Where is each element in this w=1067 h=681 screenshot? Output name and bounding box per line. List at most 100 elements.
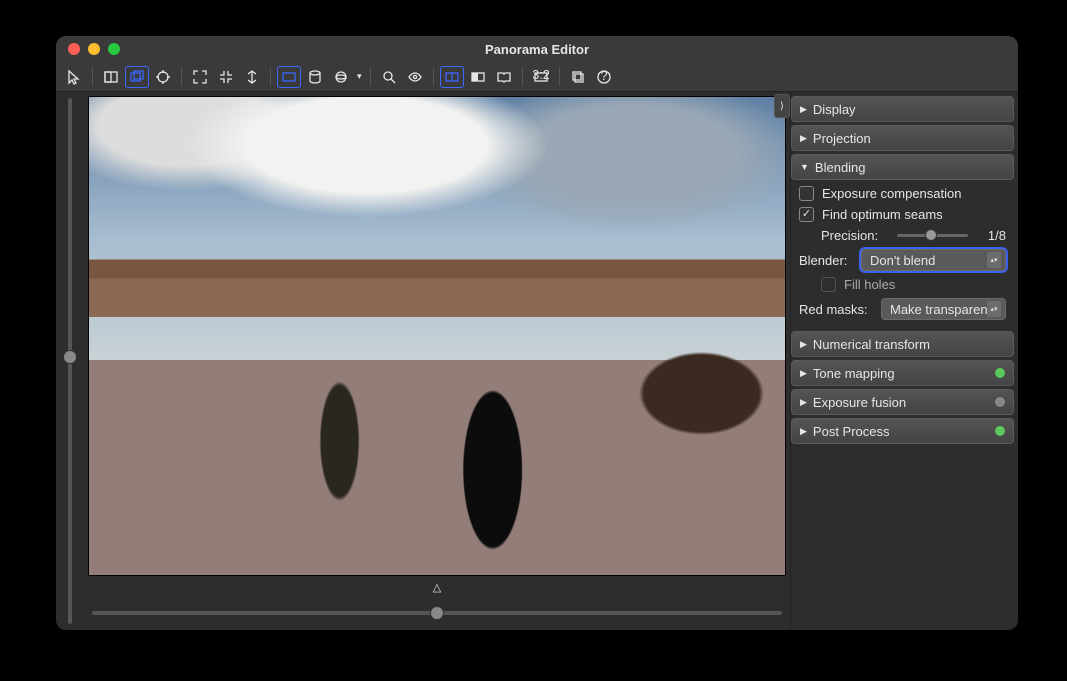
section-label: Numerical transform [813, 337, 930, 352]
projection-sphere-button[interactable] [329, 66, 353, 88]
editor-window: Panorama Editor ▾ 3:2 ? [56, 36, 1018, 630]
fit-shrink-button[interactable] [214, 66, 238, 88]
section-label: Display [813, 102, 856, 117]
blender-select-value: Don't blend [870, 253, 935, 268]
disclosure-triangle-icon: ▶ [800, 397, 807, 408]
post-process-header[interactable]: ▶ Post Process [791, 418, 1014, 444]
numerical-transform-header[interactable]: ▶ Numerical transform [791, 331, 1014, 357]
panorama-image [89, 97, 785, 575]
vertical-slider-strip [56, 92, 84, 630]
layout-overlap-button[interactable] [125, 66, 149, 88]
fill-holes-checkbox [821, 277, 836, 292]
projection-rect-button[interactable] [277, 66, 301, 88]
tone-mapping-section: ▶ Tone mapping [791, 360, 1014, 386]
blending-section-body: Exposure compensation Find optimum seams… [791, 180, 1014, 328]
disclosure-triangle-icon: ▶ [800, 339, 807, 350]
crop-aspect-button[interactable]: 3:2 [529, 66, 553, 88]
svg-text:3:2: 3:2 [533, 69, 549, 82]
exposure-compensation-checkbox[interactable] [799, 186, 814, 201]
status-dot-icon [995, 368, 1005, 378]
red-masks-row: Red masks: Make transparent ▴▾ [799, 298, 1006, 320]
blending-section-header[interactable]: ▼ Blending [791, 154, 1014, 180]
exposure-compensation-row: Exposure compensation [799, 186, 1006, 201]
fill-holes-row: Fill holes [799, 277, 1006, 292]
vertical-offset-slider[interactable] [68, 98, 72, 624]
exposure-compensation-label: Exposure compensation [822, 186, 961, 201]
fit-vertical-button[interactable] [240, 66, 264, 88]
find-seams-checkbox[interactable] [799, 207, 814, 222]
horizontal-offset-slider[interactable] [92, 611, 782, 615]
canvas-wrap: △ [84, 92, 790, 596]
projection-section: ▶ Projection [791, 125, 1014, 151]
exposure-fusion-header[interactable]: ▶ Exposure fusion [791, 389, 1014, 415]
center-target-button[interactable] [151, 66, 175, 88]
collapse-sidepanel-button[interactable]: ⟩ [774, 94, 790, 118]
projection-dropdown-button[interactable]: ▾ [355, 71, 364, 82]
blender-select[interactable]: Don't blend ▴▾ [861, 249, 1006, 271]
section-label: Post Process [813, 424, 890, 439]
slider-thumb[interactable] [430, 606, 444, 620]
section-label: Tone mapping [813, 366, 895, 381]
disclosure-triangle-icon: ▶ [800, 368, 807, 379]
status-dot-icon [995, 397, 1005, 407]
display-section-header[interactable]: ▶ Display [791, 96, 1014, 122]
toolbar-separator [270, 68, 271, 86]
disclosure-triangle-icon: ▶ [800, 104, 807, 115]
compare-half-button[interactable] [466, 66, 490, 88]
export-button[interactable] [566, 66, 590, 88]
window-body: △ ⟩ ▶ Display ▶ Projection [56, 92, 1018, 630]
toolbar-separator [181, 68, 182, 86]
slider-thumb[interactable] [63, 350, 77, 364]
minimize-window-button[interactable] [88, 43, 100, 55]
slider-thumb[interactable] [925, 229, 937, 241]
precision-label: Precision: [821, 228, 883, 243]
red-masks-select[interactable]: Make transparent ▴▾ [881, 298, 1006, 320]
red-masks-label: Red masks: [799, 302, 873, 317]
display-section: ▶ Display [791, 96, 1014, 122]
blender-row: Blender: Don't blend ▴▾ [799, 249, 1006, 271]
section-label: Projection [813, 131, 871, 146]
select-stepper-icon: ▴▾ [987, 301, 1001, 317]
toolbar: ▾ 3:2 ? [56, 62, 1018, 92]
disclosure-triangle-icon: ▼ [800, 162, 809, 172]
pointer-tool-button[interactable] [62, 66, 86, 88]
post-process-section: ▶ Post Process [791, 418, 1014, 444]
toolbar-separator [559, 68, 560, 86]
zoom-window-button[interactable] [108, 43, 120, 55]
toolbar-separator [433, 68, 434, 86]
side-panel: ▶ Display ▶ Projection ▼ Blending [790, 92, 1018, 630]
svg-text:?: ? [600, 69, 607, 83]
compare-split-button[interactable] [440, 66, 464, 88]
help-button[interactable]: ? [592, 66, 616, 88]
viewer-area: △ [84, 92, 790, 630]
layout-single-button[interactable] [99, 66, 123, 88]
center-marker-icon: △ [433, 581, 441, 594]
preview-eye-button[interactable] [403, 66, 427, 88]
select-stepper-icon: ▴▾ [987, 252, 1001, 268]
window-title: Panorama Editor [56, 42, 1018, 57]
panorama-canvas[interactable] [88, 96, 786, 576]
toolbar-separator [522, 68, 523, 86]
find-seams-label: Find optimum seams [822, 207, 943, 222]
disclosure-triangle-icon: ▶ [800, 426, 807, 437]
horizontal-slider-strip [84, 596, 790, 630]
precision-slider[interactable] [897, 234, 968, 237]
precision-value: 1/8 [982, 228, 1006, 243]
find-seams-row: Find optimum seams [799, 207, 1006, 222]
toolbar-separator [370, 68, 371, 86]
projection-section-header[interactable]: ▶ Projection [791, 125, 1014, 151]
tone-mapping-header[interactable]: ▶ Tone mapping [791, 360, 1014, 386]
status-dot-icon [995, 426, 1005, 436]
section-label: Blending [815, 160, 866, 175]
compare-book-button[interactable] [492, 66, 516, 88]
close-window-button[interactable] [68, 43, 80, 55]
precision-row: Precision: 1/8 [799, 228, 1006, 243]
projection-cylinder-button[interactable] [303, 66, 327, 88]
fill-holes-label: Fill holes [844, 277, 895, 292]
fit-expand-button[interactable] [188, 66, 212, 88]
red-masks-select-value: Make transparent [890, 302, 991, 317]
zoom-tool-button[interactable] [377, 66, 401, 88]
traffic-lights [56, 43, 120, 55]
blending-section: ▼ Blending Exposure compensation Find op… [791, 154, 1014, 328]
toolbar-separator [92, 68, 93, 86]
